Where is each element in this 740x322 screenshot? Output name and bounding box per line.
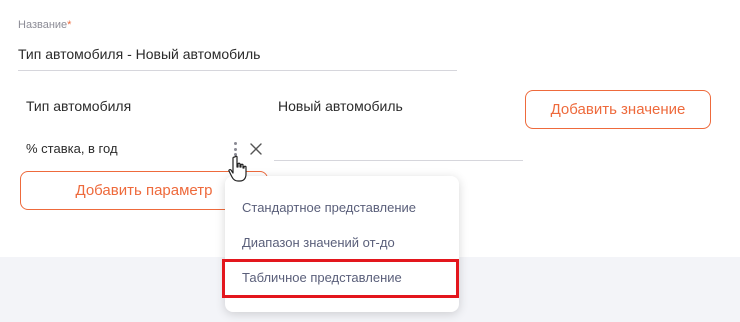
view-type-dropdown-menu: Стандартное представление Диапазон значе… [225, 176, 459, 312]
menu-item-standard-view[interactable]: Стандартное представление [242, 200, 416, 215]
menu-item-table-view[interactable]: Табличное представление [242, 270, 402, 285]
param-column-header: Тип автомобиля [26, 98, 132, 114]
close-icon[interactable] [248, 141, 264, 157]
add-value-button[interactable]: Добавить значение [525, 90, 711, 129]
value-column-header: Новый автомобиль [278, 98, 403, 114]
required-mark: * [67, 19, 72, 31]
parameter-value-input[interactable] [274, 160, 523, 161]
name-field-input[interactable]: Тип автомобиля - Новый автомобиль [18, 46, 260, 62]
name-field-label-text: Название [18, 19, 68, 31]
menu-item-range-view[interactable]: Диапазон значений от-до [242, 235, 395, 250]
parameter-name: % ставка, в год [26, 141, 118, 156]
hand-pointer-icon [228, 155, 247, 182]
name-field-label: Название* [18, 19, 71, 31]
name-field-underline [18, 70, 457, 71]
